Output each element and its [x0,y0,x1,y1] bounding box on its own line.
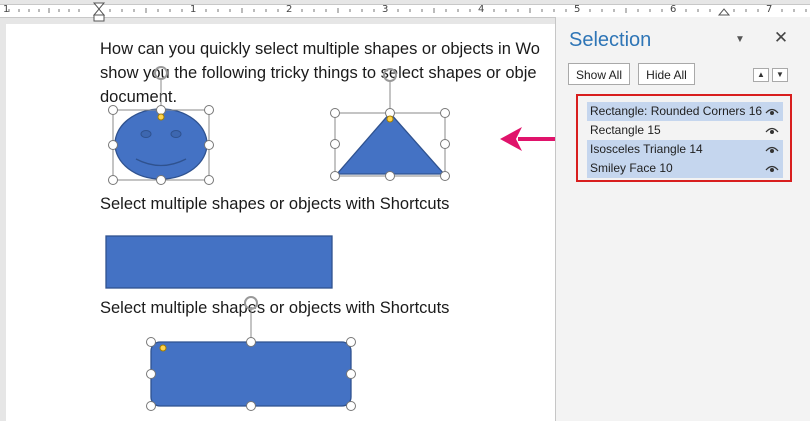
smiley-face-shape[interactable] [106,64,216,189]
right-indent-marker[interactable] [717,8,731,16]
resize-handle[interactable] [346,369,356,379]
isosceles-triangle-shape[interactable] [328,66,450,186]
resize-handle[interactable] [156,105,166,115]
list-item[interactable]: Smiley Face 10 [587,159,783,178]
list-item[interactable]: Rectangle: Rounded Corners 16 [587,102,783,121]
resize-handle[interactable] [204,105,214,115]
resize-handle[interactable] [440,171,450,181]
list-item-label: Rectangle: Rounded Corners 16 [590,104,763,118]
hanging-indent-marker[interactable] [92,8,106,16]
list-item-label: Isosceles Triangle 14 [590,142,703,156]
heading-shortcuts-1[interactable]: Select multiple shapes or objects with S… [100,190,449,218]
resize-handle[interactable] [440,139,450,149]
eye-icon[interactable] [765,126,779,135]
rectangle-body [105,235,333,289]
resize-handle[interactable] [108,140,118,150]
show-all-button[interactable]: Show All [568,63,630,85]
bring-forward-up-arrow-icon[interactable]: ▲ [753,68,769,82]
highlight-box: Rectangle: Rounded Corners 16 Rectangle … [576,94,792,182]
resize-handle[interactable] [146,401,156,411]
resize-handle[interactable] [156,175,166,185]
selection-pane: Selection ▼ ✕ Show All Hide All ▲ ▼ Rect… [555,17,810,421]
resize-handle[interactable] [108,105,118,115]
adjust-handle[interactable] [159,344,167,352]
list-item[interactable]: Isosceles Triangle 14 [587,140,783,159]
eye-icon[interactable] [765,107,779,116]
adjust-handle[interactable] [386,115,394,123]
first-line-indent-marker[interactable] [92,2,106,10]
smiley-left-eye [140,130,152,138]
hide-all-button[interactable]: Hide All [638,63,695,85]
smiley-right-eye [170,130,182,138]
close-icon[interactable]: ✕ [772,29,790,47]
resize-handle[interactable] [146,337,156,347]
list-item[interactable]: Rectangle 15 [587,121,783,140]
pane-title: Selection [569,29,652,51]
ruler-number: 1 [190,4,197,15]
document-page[interactable]: How can you quickly select multiple shap… [6,24,555,421]
eye-icon[interactable] [765,164,779,173]
ruler-number: 2 [286,4,293,15]
left-indent-marker[interactable] [93,14,105,22]
send-backward-down-arrow-icon[interactable]: ▼ [772,68,788,82]
ruler-number: 4 [478,4,485,15]
ruler-number: 5 [574,4,581,15]
resize-handle[interactable] [440,108,450,118]
resize-handle[interactable] [346,337,356,347]
list-item-label: Smiley Face 10 [590,161,673,175]
pane-options-chevron-down-icon[interactable]: ▼ [734,35,746,45]
resize-handle[interactable] [246,337,256,347]
selection-list[interactable]: Rectangle: Rounded Corners 16 Rectangle … [587,102,783,178]
rounded-rectangle-body [150,341,352,407]
rotate-handle-icon[interactable] [383,68,397,82]
rectangle-shape[interactable] [105,235,335,291]
resize-handle[interactable] [204,140,214,150]
ruler-number: 6 [670,4,677,15]
ruler-number: 1 [3,4,10,15]
rotate-handle-icon[interactable] [244,296,258,310]
resize-handle[interactable] [146,369,156,379]
resize-handle[interactable] [204,175,214,185]
resize-handle[interactable] [246,401,256,411]
resize-handle[interactable] [330,139,340,149]
rounded-rectangle-shape[interactable] [144,292,359,417]
ruler-number: 3 [382,4,389,15]
resize-handle[interactable] [330,171,340,181]
resize-handle[interactable] [346,401,356,411]
rotate-handle-icon[interactable] [154,66,168,80]
resize-handle[interactable] [108,175,118,185]
resize-handle[interactable] [330,108,340,118]
adjust-handle[interactable] [157,113,165,121]
eye-icon[interactable] [765,145,779,154]
list-item-label: Rectangle 15 [590,123,661,137]
resize-handle[interactable] [385,171,395,181]
ruler-number: 7 [766,4,773,15]
